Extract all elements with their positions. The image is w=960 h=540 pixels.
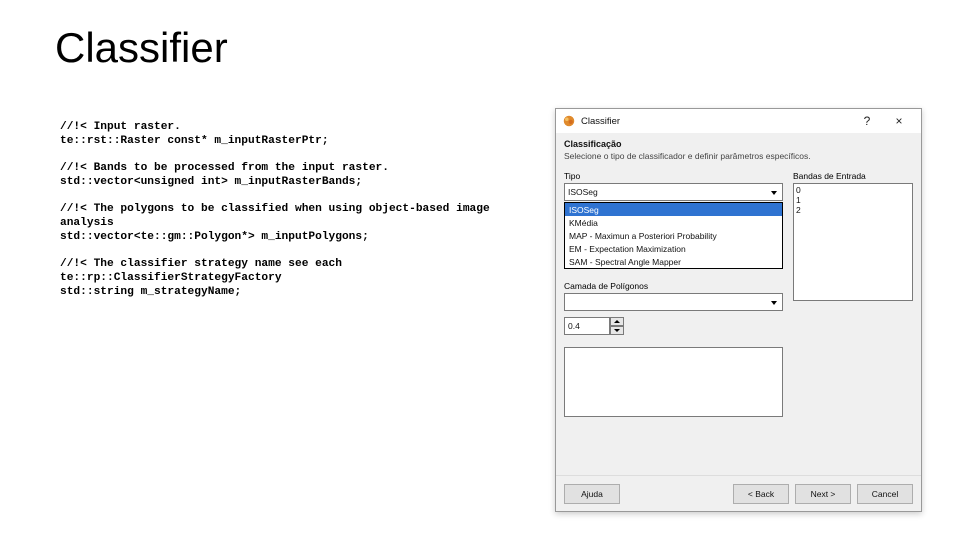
help-icon[interactable]: ? — [851, 111, 883, 131]
tipo-combobox[interactable]: ISOSeg — [564, 183, 783, 201]
chevron-down-icon — [767, 296, 780, 309]
classifier-dialog: Classifier ? × Classificação Selecione o… — [555, 108, 922, 512]
help-button[interactable]: Ajuda — [564, 484, 620, 504]
chevron-down-icon — [767, 186, 780, 199]
code-line: std::vector<te::gm::Polygon*> m_inputPol… — [60, 230, 520, 244]
threshold-value: 0.4 — [564, 317, 610, 335]
polygon-panel — [564, 347, 783, 417]
tipo-label: Tipo — [564, 171, 783, 181]
camada-combobox[interactable] — [564, 293, 783, 311]
dropdown-option[interactable]: MAP - Maximun a Posteriori Probability — [565, 229, 782, 242]
list-item[interactable]: 2 — [796, 205, 910, 215]
bandas-label: Bandas de Entrada — [793, 171, 913, 181]
dropdown-option[interactable]: EM - Expectation Maximization — [565, 242, 782, 255]
section-title: Classificação — [564, 139, 913, 149]
code-line: //!< Input raster. — [60, 120, 520, 134]
next-button[interactable]: Next > — [795, 484, 851, 504]
dropdown-option[interactable]: ISOSeg — [565, 203, 782, 216]
code-line: //!< The classifier strategy name see ea… — [60, 257, 520, 285]
dialog-body: Classificação Selecione o tipo de classi… — [556, 133, 921, 417]
list-item[interactable]: 0 — [796, 185, 910, 195]
dropdown-option[interactable]: KMédia — [565, 216, 782, 229]
threshold-stepper[interactable]: 0.4 — [564, 317, 624, 335]
code-line: std::string m_strategyName; — [60, 285, 520, 299]
code-line: //!< Bands to be processed from the inpu… — [60, 161, 520, 175]
close-icon[interactable]: × — [883, 111, 915, 131]
app-icon — [562, 114, 576, 128]
spin-up-icon[interactable] — [610, 317, 624, 326]
bandas-listbox[interactable]: 0 1 2 — [793, 183, 913, 301]
list-item[interactable]: 1 — [796, 195, 910, 205]
code-line: te::rst::Raster const* m_inputRasterPtr; — [60, 134, 520, 148]
code-line: //!< The polygons to be classified when … — [60, 202, 520, 230]
back-button[interactable]: < Back — [733, 484, 789, 504]
page-title: Classifier — [55, 24, 228, 72]
code-block: //!< Input raster. te::rst::Raster const… — [60, 120, 520, 312]
spin-down-icon[interactable] — [610, 326, 624, 335]
dialog-footer: Ajuda < Back Next > Cancel — [556, 475, 921, 511]
dialog-titlebar[interactable]: Classifier ? × — [556, 109, 921, 133]
section-subtitle: Selecione o tipo de classificador e defi… — [564, 151, 913, 161]
cancel-button[interactable]: Cancel — [857, 484, 913, 504]
tipo-dropdown: ISOSeg KMédia MAP - Maximun a Posteriori… — [564, 202, 783, 269]
dropdown-option[interactable]: SAM - Spectral Angle Mapper — [565, 255, 782, 268]
tipo-value: ISOSeg — [568, 187, 598, 197]
dialog-title: Classifier — [581, 116, 851, 127]
code-line: std::vector<unsigned int> m_inputRasterB… — [60, 175, 520, 189]
camada-label: Camada de Polígonos — [564, 281, 783, 291]
